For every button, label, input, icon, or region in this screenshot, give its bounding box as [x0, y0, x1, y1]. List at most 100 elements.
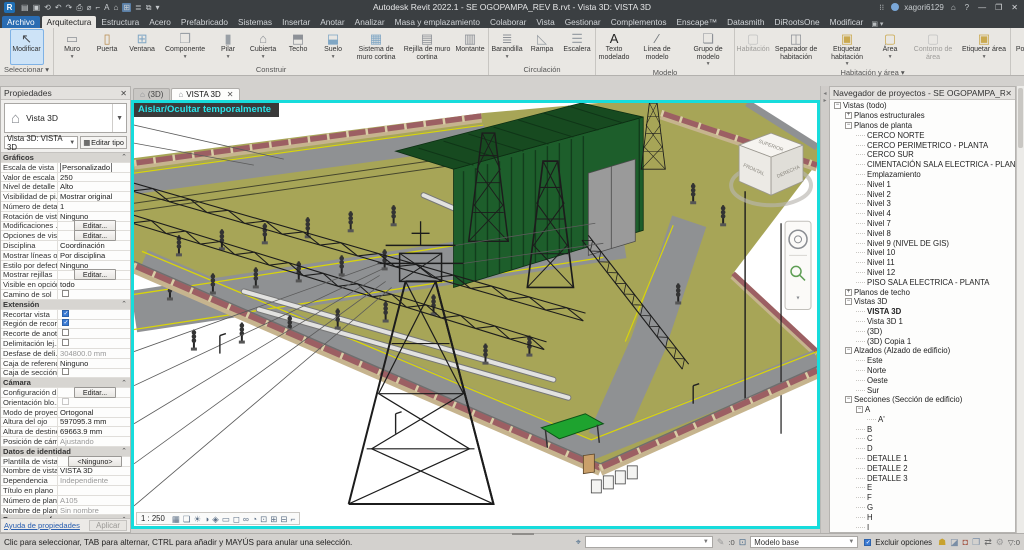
tab-anotar[interactable]: Anotar: [315, 16, 349, 28]
save-icon[interactable]: ▣: [33, 3, 41, 12]
redo-icon[interactable]: ↷: [66, 3, 73, 12]
pilar-button[interactable]: ▮Pilar▼: [211, 29, 245, 65]
tree-item-nivel-10[interactable]: Nivel 10: [830, 248, 1015, 258]
worksets-select[interactable]: ▼: [585, 536, 713, 548]
collapse-icon[interactable]: −: [834, 102, 841, 109]
configuracion-d-edit-button[interactable]: Editar...: [74, 387, 116, 398]
collapse-icon[interactable]: −: [856, 406, 863, 413]
section-icon[interactable]: ⊞: [122, 3, 131, 12]
tab-arquitectura[interactable]: Arquitectura: [42, 16, 97, 28]
rejilla-de-muro-cortina-button[interactable]: ▤Rejilla de muro cortina: [402, 29, 452, 65]
collapse-icon[interactable]: −: [845, 122, 852, 129]
grupo-de-modelo-button[interactable]: ❏Grupo de modelo▼: [683, 29, 733, 68]
tree-item-planos-estructurales[interactable]: +Planos estructurales: [830, 111, 1015, 121]
reveal-hidden-icon[interactable]: ◔: [252, 513, 257, 525]
print-icon[interactable]: ⎙: [76, 3, 82, 12]
tree-item-h[interactable]: H: [830, 512, 1015, 522]
section-collapse-icon[interactable]: ⌃: [121, 379, 130, 387]
tree-item-nivel-1[interactable]: Nivel 1: [830, 179, 1015, 189]
suelo-button[interactable]: ⬓Suelo▼: [316, 29, 350, 65]
view-tab-vista-3d[interactable]: ⌂VISTA 3D✕: [171, 88, 240, 100]
tree-item-nivel-2[interactable]: Nivel 2: [830, 189, 1015, 199]
view-tab-3d[interactable]: ⌂(3D): [133, 88, 170, 100]
collapse-icon[interactable]: −: [845, 396, 852, 403]
modify-tab-extra-icon[interactable]: ▣ ▾: [871, 20, 883, 28]
property-value[interactable]: Alto: [58, 182, 130, 191]
expand-icon[interactable]: +: [845, 112, 852, 119]
tab-datasmith[interactable]: Datasmith: [722, 16, 769, 28]
app-store-icon[interactable]: ⌂: [951, 2, 956, 13]
delimitacion-lej-checkbox[interactable]: [62, 339, 69, 346]
minimize-button[interactable]: —: [976, 3, 988, 12]
section-collapse-icon[interactable]: ⌃: [121, 153, 130, 161]
tab-complementos[interactable]: Complementos: [606, 16, 672, 28]
section-collapse-icon[interactable]: ⌃: [121, 447, 130, 455]
tree-item-alzados-alzado-de-edificio[interactable]: −Alzados (Alzado de edificio): [830, 346, 1015, 356]
tree-item-3d[interactable]: (3D): [830, 326, 1015, 336]
project-browser-close-icon[interactable]: ✕: [1005, 89, 1012, 98]
property-value[interactable]: VISTA 3D: [58, 466, 130, 475]
property-value[interactable]: Ortogonal: [58, 408, 130, 417]
view-combo-dropdown-icon[interactable]: ▼: [69, 140, 75, 146]
tree-item-vista-3d[interactable]: VISTA 3D: [830, 307, 1015, 317]
property-value[interactable]: Por disciplina: [58, 251, 130, 260]
tree-item-nivel-11[interactable]: Nivel 11: [830, 258, 1015, 268]
collapse-icon[interactable]: −: [845, 347, 852, 354]
tree-item-planos-de-techo[interactable]: +Planos de techo: [830, 287, 1015, 297]
cubierta-button[interactable]: ⌂Cubierta▼: [246, 29, 280, 65]
property-value[interactable]: Mostrar original: [58, 192, 130, 201]
plantilla-de-vista-edit-button[interactable]: <Ninguno>: [68, 456, 121, 467]
sync-icon[interactable]: ⟲: [44, 3, 51, 12]
tree-item-emplazamiento[interactable]: Emplazamiento: [830, 170, 1015, 180]
property-value[interactable]: Coordinación: [58, 241, 130, 250]
tab-enscape[interactable]: Enscape™: [672, 16, 723, 28]
property-value[interactable]: Personalizado: [58, 163, 130, 172]
etiquetar-habitacion-button[interactable]: ▣Etiquetar habitación▼: [822, 29, 872, 68]
tree-item-g[interactable]: G: [830, 503, 1015, 513]
edit-type-button[interactable]: ▦ Editar tipo: [80, 136, 127, 149]
muro-button[interactable]: ▭Muro▼: [55, 29, 89, 65]
puerta-button[interactable]: ▯Puerta: [90, 29, 124, 65]
3d-view-icon[interactable]: ⌂: [113, 3, 118, 12]
ventana-button[interactable]: ⊞Ventana: [125, 29, 159, 65]
tab-modificar[interactable]: Modificar: [825, 16, 869, 28]
tree-item-secciones-seccion-de-edificio[interactable]: −Secciones (Sección de edificio): [830, 395, 1015, 405]
reveal-constraints-icon[interactable]: ⌐: [290, 513, 295, 525]
tree-item-a[interactable]: −A: [830, 405, 1015, 415]
tree-item-norte[interactable]: Norte: [830, 366, 1015, 376]
tab-acero[interactable]: Acero: [144, 16, 176, 28]
design-options-icon[interactable]: ⊡: [739, 537, 747, 548]
press-drag-icon[interactable]: ☗: [938, 537, 946, 548]
tree-item-nivel-7[interactable]: Nivel 7: [830, 219, 1015, 229]
tree-item-nivel-12[interactable]: Nivel 12: [830, 268, 1015, 278]
linea-de-modelo-button[interactable]: ∕Línea de modelo: [632, 29, 682, 68]
measure-icon[interactable]: ⌀: [87, 3, 92, 12]
navigation-bar[interactable]: ▾: [785, 221, 811, 309]
show-crop-icon[interactable]: ◻: [233, 513, 240, 525]
signed-in-user[interactable]: xagori6129: [904, 3, 944, 12]
tree-item-i[interactable]: I: [830, 522, 1015, 532]
tab-analizar[interactable]: Analizar: [350, 16, 390, 28]
communication-center-icon[interactable]: ⁝⁝: [879, 2, 884, 13]
escalera-button[interactable]: ☰Escalera: [560, 29, 594, 65]
sun-path-icon[interactable]: ☀: [194, 513, 202, 525]
switch-windows-icon[interactable]: ⧉: [146, 3, 152, 12]
property-value[interactable]: 250: [58, 173, 130, 182]
temporary-view-properties-icon[interactable]: ⊞: [270, 513, 277, 525]
selection-filter-count[interactable]: ▽:0: [1008, 538, 1020, 547]
tab-sistemas[interactable]: Sistemas: [233, 16, 277, 28]
editable-only-icon[interactable]: ✎: [717, 537, 725, 548]
rampa-button[interactable]: ◺Rampa: [525, 29, 559, 65]
tree-item-e[interactable]: E: [830, 483, 1015, 493]
deselect-underlay-icon[interactable]: ◘: [963, 537, 968, 547]
qat-more-icon[interactable]: ▾: [155, 3, 159, 12]
tree-item-nivel-8[interactable]: Nivel 8: [830, 228, 1015, 238]
tree-item-detalle-3[interactable]: DETALLE 3: [830, 473, 1015, 483]
tree-item-piso-sala-electrica-planta[interactable]: PISO SALA ELECTRICA - PLANTA: [830, 277, 1015, 287]
sistema-de-muro-cortina-button[interactable]: ▦Sistema de muro cortina: [351, 29, 401, 65]
view-tab-close-icon[interactable]: ✕: [227, 90, 234, 99]
text-icon[interactable]: A: [104, 3, 109, 12]
tree-item-nivel-4[interactable]: Nivel 4: [830, 209, 1015, 219]
type-selector[interactable]: ⌂ Vista 3D ▼: [4, 103, 127, 133]
tree-item-vista-3d-1[interactable]: Vista 3D 1: [830, 317, 1015, 327]
